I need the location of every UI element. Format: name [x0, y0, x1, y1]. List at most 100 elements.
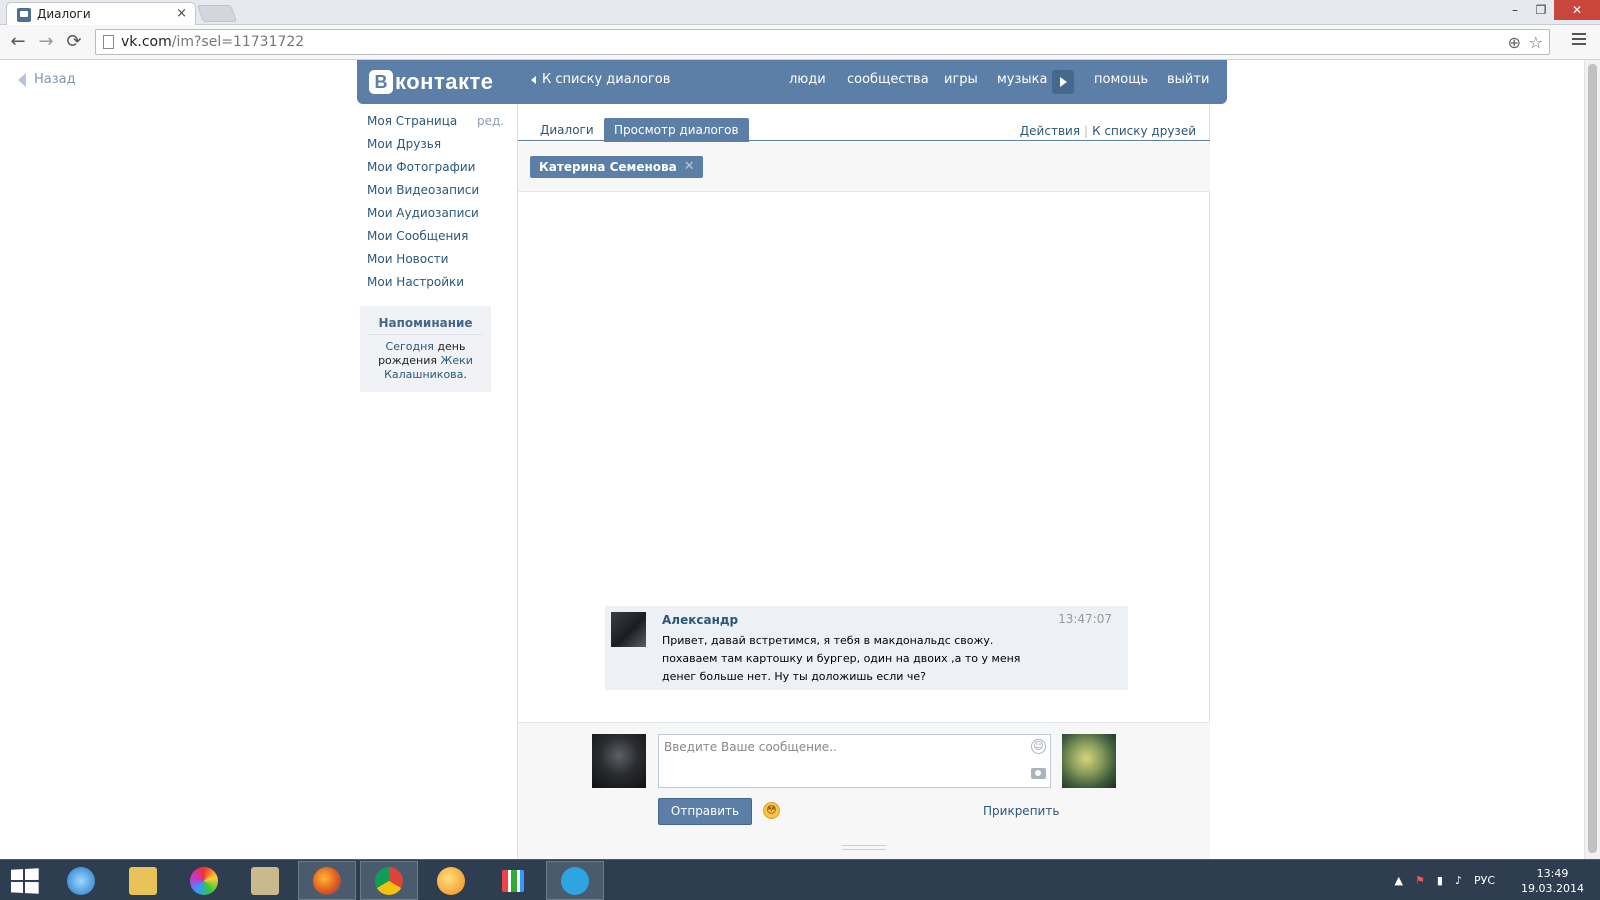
page-icon [103, 35, 114, 49]
attach-link[interactable]: Прикрепить [983, 804, 1059, 818]
vk-favicon-icon [17, 8, 31, 22]
sidebar-item-news[interactable]: Мои Новости [367, 252, 507, 275]
browser-menu-icon[interactable] [1572, 33, 1586, 48]
tray-clock[interactable]: 13:49 19.03.2014 [1521, 866, 1584, 896]
message-author-avatar[interactable] [611, 612, 646, 647]
friends-list-link[interactable]: К списку друзей [1092, 124, 1196, 138]
apps-grid-icon[interactable] [484, 861, 542, 900]
message-input[interactable]: Введите Ваше сообщение.. ☺ [658, 734, 1051, 788]
notepad-icon[interactable] [236, 861, 294, 900]
window-controls: – ❐ ✕ [1502, 0, 1600, 20]
message-input-placeholder: Введите Ваше сообщение.. [664, 740, 837, 754]
message-author[interactable]: Александр [662, 613, 738, 627]
back-triangle-icon [18, 72, 26, 87]
resize-handle-icon[interactable] [842, 845, 886, 850]
page-content: Назад В контакте К списку диалогов люди … [0, 60, 1600, 859]
dialogs-tabs: Диалоги Просмотр диалогов Действия | К спи… [518, 114, 1210, 142]
windows-taskbar: ▲ ⚑ ▮ ♪ РУС 13:49 19.03.2014 [0, 859, 1600, 900]
back-triangle-icon [531, 75, 536, 84]
new-tab-button[interactable] [196, 5, 238, 22]
url-path: /im?sel=11731722 [171, 34, 305, 50]
remove-recipient-icon[interactable]: ✕ [684, 156, 695, 178]
sidebar-item-settings[interactable]: Мои Настройки [367, 275, 507, 298]
reload-icon[interactable]: ⟳ [64, 32, 84, 52]
music-play-icon[interactable] [1052, 70, 1074, 94]
url-text[interactable]: vk.com/im?sel=11731722 [121, 34, 304, 50]
vk-logo[interactable]: В контакте [369, 69, 493, 95]
close-window-button[interactable]: ✕ [1554, 0, 1600, 20]
reminder-person-first[interactable]: Жеки [441, 354, 473, 367]
media-player-icon[interactable] [422, 861, 480, 900]
restore-button[interactable]: ❐ [1528, 0, 1554, 20]
reminder-title: Напоминание [368, 316, 483, 335]
sidebar-item-photos[interactable]: Мои Фотографии [367, 160, 507, 183]
reminder-box: Напоминание Сегодня день рождения Жеки К… [360, 306, 491, 392]
recipient-bar: Катерина Семенова ✕ [518, 142, 1210, 192]
reminder-person-last[interactable]: Калашникова [384, 368, 463, 381]
internet-explorer-icon[interactable] [52, 861, 110, 900]
recipient-avatar[interactable] [1062, 734, 1116, 788]
zoom-icon[interactable]: ⊕ [1508, 33, 1521, 52]
browser-toolbar: ← → ⟳ vk.com/im?sel=11731722 ⊕ ☆ [0, 25, 1600, 60]
vk-header: В контакте К списку диалогов люди сообще… [357, 60, 1227, 104]
reminder-today-link[interactable]: Сегодня [386, 340, 434, 353]
recipient-name: Катерина Семенова [539, 160, 677, 174]
page-scrollbar[interactable] [1584, 60, 1600, 859]
sidebar-item-friends[interactable]: Мои Друзья [367, 137, 507, 160]
telegram-icon[interactable] [546, 861, 604, 900]
my-avatar[interactable] [592, 734, 646, 788]
minimize-button[interactable]: – [1502, 0, 1528, 20]
reminder-text: Сегодня день рождения Жеки Калашникова. [360, 340, 491, 382]
file-explorer-icon[interactable] [114, 861, 172, 900]
browser-tab-active[interactable]: Диалоги × [6, 2, 196, 26]
actions-link[interactable]: Действия [1020, 124, 1080, 138]
message-time: 13:47:07 [1058, 612, 1112, 626]
sidebar-item-videos[interactable]: Мои Видеозаписи [367, 183, 507, 206]
back-link-label: Назад [34, 72, 76, 87]
back-to-dialogs-label: К списку диалогов [542, 72, 671, 87]
address-bar[interactable]: vk.com/im?sel=11731722 ⊕ ☆ [95, 29, 1550, 55]
clock-date: 19.03.2014 [1521, 881, 1584, 895]
message-item[interactable]: Александр 13:47:07 Привет, давай встрети… [605, 606, 1128, 690]
chrome-icon[interactable] [360, 861, 418, 900]
tab-view-dialogs[interactable]: Просмотр диалогов [604, 118, 749, 142]
nav-logout[interactable]: выйти [1167, 72, 1209, 87]
back-to-dialogs-link[interactable]: К списку диалогов [531, 72, 670, 87]
bookmark-star-icon[interactable]: ☆ [1529, 33, 1543, 52]
language-indicator[interactable]: РУС [1474, 874, 1495, 887]
scrollbar-thumb[interactable] [1588, 64, 1597, 853]
picasa-icon[interactable] [175, 861, 233, 900]
firefox-icon[interactable] [298, 861, 356, 900]
sidebar-item-messages[interactable]: Мои Сообщения [367, 229, 507, 252]
tab-dialogs[interactable]: Диалоги [530, 118, 604, 142]
send-button[interactable]: Отправить [658, 798, 752, 825]
message-text: Привет, давай встретимся, я тебя в макдо… [662, 634, 1021, 683]
tab-title: Диалоги [37, 7, 91, 21]
network-alert-icon[interactable]: ⚑ [1415, 874, 1425, 887]
recipient-chip[interactable]: Катерина Семенова ✕ [530, 156, 703, 178]
clock-time: 13:49 [1536, 866, 1569, 880]
emoji-icon[interactable]: 😳 [763, 802, 780, 819]
nav-games[interactable]: игры [944, 72, 978, 87]
nav-people[interactable]: люди [789, 72, 826, 87]
volume-icon[interactable]: ♪ [1455, 874, 1462, 887]
left-sidebar: Моя Страница Мои Друзья Мои Фотографии М… [367, 114, 507, 298]
actions-separator: | [1084, 124, 1089, 138]
tray-expand-icon[interactable]: ▲ [1395, 874, 1403, 887]
tab-close-icon[interactable]: × [176, 6, 187, 21]
camera-icon[interactable] [1031, 768, 1046, 779]
battery-icon[interactable]: ▮ [1437, 874, 1443, 887]
windows-start-icon[interactable] [11, 868, 39, 894]
sidebar-item-audio[interactable]: Мои Аудиозаписи [367, 206, 507, 229]
nav-help[interactable]: помощь [1094, 72, 1148, 87]
nav-communities[interactable]: сообщества [847, 72, 929, 87]
nav-music[interactable]: музыка [997, 72, 1048, 87]
url-host: vk.com [121, 34, 172, 50]
smile-icon[interactable]: ☺ [1031, 739, 1046, 754]
forward-arrow-icon[interactable]: → [36, 32, 56, 52]
back-arrow-icon[interactable]: ← [8, 32, 28, 52]
browser-tabbar: Диалоги × – ❐ ✕ [0, 0, 1600, 26]
system-tray: ▲ ⚑ ▮ ♪ РУС 13:49 19.03.2014 [1395, 860, 1584, 900]
back-link[interactable]: Назад [18, 72, 76, 87]
edit-page-link[interactable]: ред. [477, 114, 504, 128]
